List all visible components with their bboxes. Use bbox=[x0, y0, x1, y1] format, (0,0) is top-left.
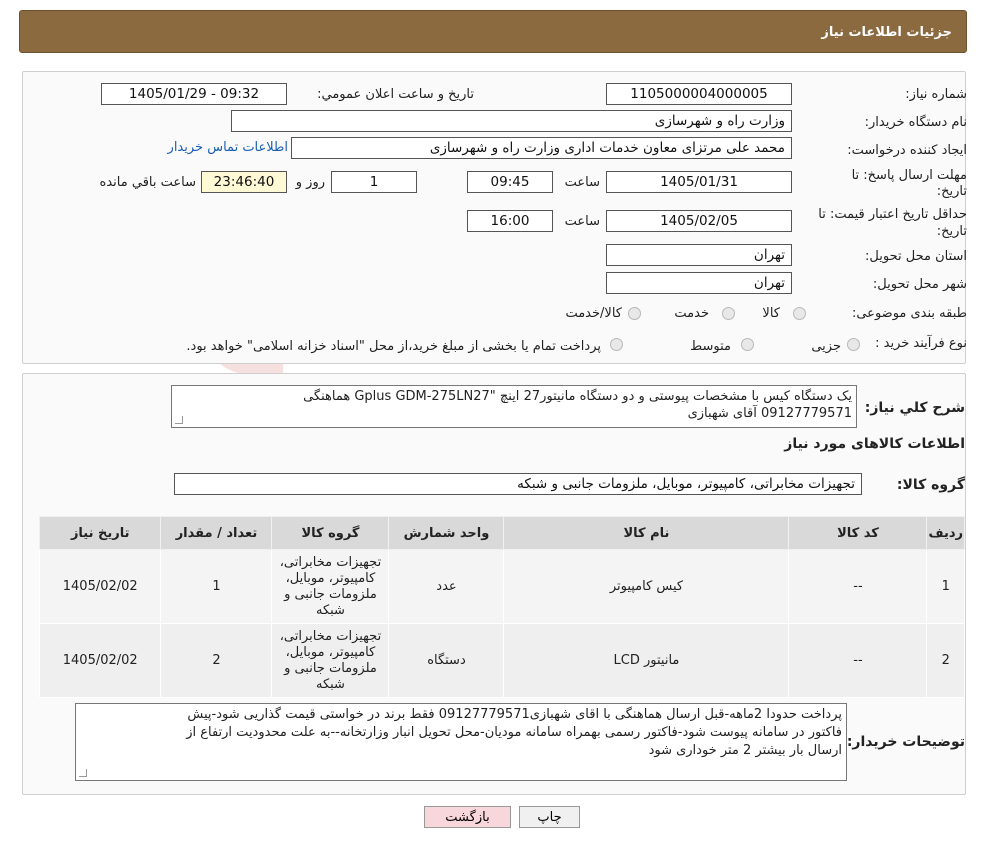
category-goods-label: کالا bbox=[762, 306, 780, 321]
buyer-notes-line-3: ارسال بار بیشتر 2 متر خوداری شود bbox=[648, 743, 842, 758]
table-row: 1 -- کیس کامپیوتر عدد تجهیزات مخابراتی، … bbox=[38, 549, 965, 624]
cell-date: 1405/02/02 bbox=[38, 623, 162, 698]
buyer-org-label: نام دستگاه خریدار: bbox=[864, 115, 967, 130]
summary-line-2: 09127779571 آقای شهبازی bbox=[687, 406, 852, 421]
process-minor-radio[interactable] bbox=[847, 338, 860, 351]
category-label: طبقه بندی موضوعی: bbox=[851, 306, 967, 321]
cell-unit: عدد bbox=[388, 549, 505, 624]
cell-group-line: کامپیوتر، موبایل، bbox=[285, 644, 376, 660]
process-medium-radio[interactable] bbox=[741, 338, 754, 351]
cell-group-line: ملزومات جانبی و bbox=[284, 660, 377, 676]
summary-textarea[interactable]: یک دستگاه کیس با مشخصات پیوستی و دو دستگ… bbox=[171, 385, 857, 428]
goods-group-label: گروه کالا: bbox=[896, 477, 965, 493]
category-goods-radio[interactable] bbox=[793, 307, 806, 320]
buyer-notes-line-2: فاکتور در سامانه پیوست شود-فاکتور رسمی ب… bbox=[186, 725, 842, 740]
province-label: استان محل تحویل: bbox=[865, 249, 967, 264]
province-field: تهران bbox=[606, 244, 792, 266]
cell-group-line: ملزومات جانبی و bbox=[284, 586, 377, 602]
cell-row: 1 bbox=[926, 549, 965, 624]
city-field: تهران bbox=[606, 272, 792, 294]
deadline-time-label: ساعت bbox=[564, 175, 600, 190]
items-section-title: اطلاعات کالاهای مورد نیاز bbox=[784, 436, 965, 452]
cell-group: تجهیزات مخابراتی، کامپیوتر، موبایل، ملزو… bbox=[271, 549, 390, 624]
col-unit: واحد شمارش bbox=[388, 516, 505, 550]
col-name: نام کالا bbox=[503, 516, 790, 550]
process-treasury-note: پرداخت تمام یا بخشی از مبلغ خرید،از محل … bbox=[186, 339, 601, 354]
validity-time-label: ساعت bbox=[564, 214, 600, 229]
contact-buyer-link[interactable]: اطلاعات تماس خریدار bbox=[168, 140, 288, 155]
cell-row: 2 bbox=[926, 623, 965, 698]
buyer-notes-line-1: پرداخت حدودا 2ماهه-قبل ارسال هماهنگی با … bbox=[187, 707, 842, 722]
table-header-row: ردیف کد کالا نام کالا واحد شمارش گروه کا… bbox=[38, 516, 965, 550]
items-table: ردیف کد کالا نام کالا واحد شمارش گروه کا… bbox=[38, 516, 965, 698]
col-group: گروه کالا bbox=[271, 516, 390, 550]
table-row: 2 -- مانیتور LCD دستگاه تجهیزات مخابراتی… bbox=[38, 623, 965, 698]
remaining-days-field: 1 bbox=[331, 171, 417, 193]
page-header: جزئیات اطلاعات نیاز bbox=[19, 10, 967, 53]
deadline-date-field: 1405/01/31 bbox=[606, 171, 792, 193]
remaining-time-label: ساعت باقي مانده bbox=[99, 175, 196, 190]
summary-label: شرح كلي نياز: bbox=[864, 400, 965, 416]
resize-handle-icon[interactable] bbox=[79, 769, 87, 777]
cell-unit: دستگاه bbox=[388, 623, 505, 698]
remaining-time-field: 23:46:40 bbox=[201, 171, 287, 193]
process-label: نوع فرآیند خرید : bbox=[875, 336, 967, 351]
validity-label-date: تاریخ: bbox=[936, 224, 967, 239]
category-goods-service-radio[interactable] bbox=[628, 307, 641, 320]
cell-group-line: تجهیزات مخابراتی، bbox=[279, 554, 382, 570]
cell-group: تجهیزات مخابراتی، کامپیوتر، موبایل، ملزو… bbox=[271, 623, 390, 698]
need-number-field: 1105000004000005 bbox=[606, 83, 792, 105]
announce-field: 1405/01/29 - 09:32 bbox=[101, 83, 287, 105]
deadline-time-field: 09:45 bbox=[467, 171, 553, 193]
cell-group-line: تجهیزات مخابراتی، bbox=[279, 628, 382, 644]
cell-qty: 1 bbox=[160, 549, 273, 624]
deadline-label-date: تاریخ: bbox=[936, 184, 967, 199]
cell-code: -- bbox=[788, 549, 928, 624]
cell-group-line: کامپیوتر، موبایل، bbox=[285, 570, 376, 586]
cell-qty: 2 bbox=[160, 623, 273, 698]
deadline-label: مهلت ارسال پاسخ: تا bbox=[851, 168, 967, 183]
process-minor-label: جزیی bbox=[811, 339, 841, 354]
resize-handle-icon[interactable] bbox=[175, 416, 183, 424]
validity-date-field: 1405/02/05 bbox=[606, 210, 792, 232]
category-service-label: خدمت bbox=[674, 306, 709, 321]
need-number-label: شماره نیاز: bbox=[905, 87, 967, 102]
city-label: شهر محل تحویل: bbox=[872, 277, 967, 292]
page-title: جزئیات اطلاعات نیاز bbox=[821, 25, 952, 40]
requester-field: محمد علی مرتزای معاون خدمات اداری وزارت … bbox=[291, 137, 792, 159]
category-service-radio[interactable] bbox=[722, 307, 735, 320]
col-date: تاریخ نیاز bbox=[38, 516, 162, 550]
announce-label: تاريخ و ساعت اعلان عمومي: bbox=[317, 87, 474, 102]
buyer-org-field: وزارت راه و شهرسازی bbox=[231, 110, 792, 132]
days-label: روز و bbox=[295, 175, 325, 190]
print-button[interactable]: چاپ bbox=[519, 806, 580, 828]
validity-time-field: 16:00 bbox=[467, 210, 553, 232]
summary-line-1: یک دستگاه کیس با مشخصات پیوستی و دو دستگ… bbox=[303, 389, 852, 404]
buyer-notes-textarea[interactable]: پرداخت حدودا 2ماهه-قبل ارسال هماهنگی با … bbox=[75, 703, 847, 781]
cell-group-line: شبکه bbox=[315, 602, 345, 618]
back-button[interactable]: بازگشت bbox=[424, 806, 511, 828]
cell-name: کیس کامپیوتر bbox=[503, 549, 790, 624]
col-qty: تعداد / مقدار bbox=[160, 516, 273, 550]
col-row: ردیف bbox=[926, 516, 965, 550]
process-medium-label: متوسط bbox=[690, 339, 731, 354]
category-goods-service-label: کالا/خدمت bbox=[565, 306, 622, 321]
process-treasury-radio[interactable] bbox=[610, 338, 623, 351]
validity-label: حداقل تاریخ اعتبار قیمت: تا bbox=[818, 207, 967, 222]
requester-label: ایجاد کننده درخواست: bbox=[847, 143, 967, 158]
cell-date: 1405/02/02 bbox=[38, 549, 162, 624]
cell-code: -- bbox=[788, 623, 928, 698]
cell-group-line: شبکه bbox=[315, 676, 345, 692]
col-code: کد کالا bbox=[788, 516, 928, 550]
cell-name: مانیتور LCD bbox=[503, 623, 790, 698]
buyer-notes-label: توضیحات خریدار: bbox=[846, 734, 965, 750]
goods-group-field: تجهیزات مخابراتی، کامپیوتر، موبایل، ملزو… bbox=[174, 473, 862, 495]
